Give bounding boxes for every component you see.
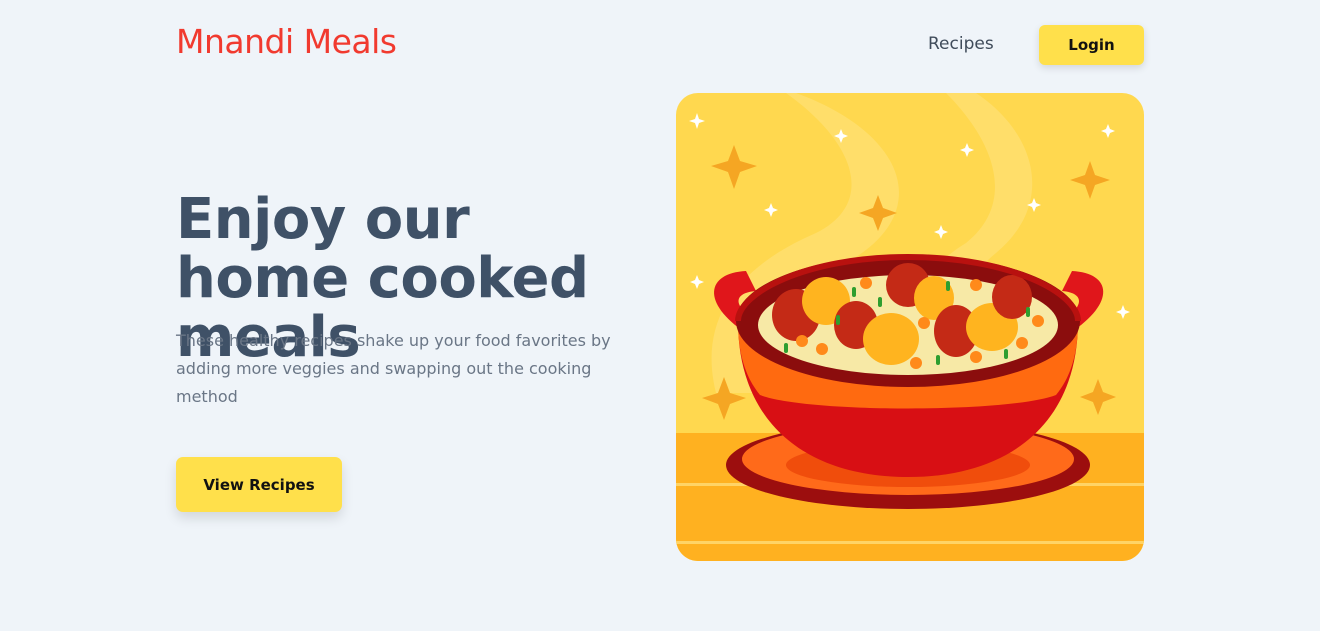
view-recipes-button[interactable]: View Recipes <box>176 457 342 512</box>
hero-image <box>676 93 1144 561</box>
hero-description: These healthy recipes shake up your food… <box>176 331 611 406</box>
nav-link-recipes[interactable]: Recipes <box>928 34 994 54</box>
brand-logo[interactable]: Mnandi Meals <box>176 22 397 61</box>
login-button[interactable]: Login <box>1039 25 1144 65</box>
landing-page: Mnandi Meals Recipes Login Enjoy our hom… <box>0 0 1320 631</box>
